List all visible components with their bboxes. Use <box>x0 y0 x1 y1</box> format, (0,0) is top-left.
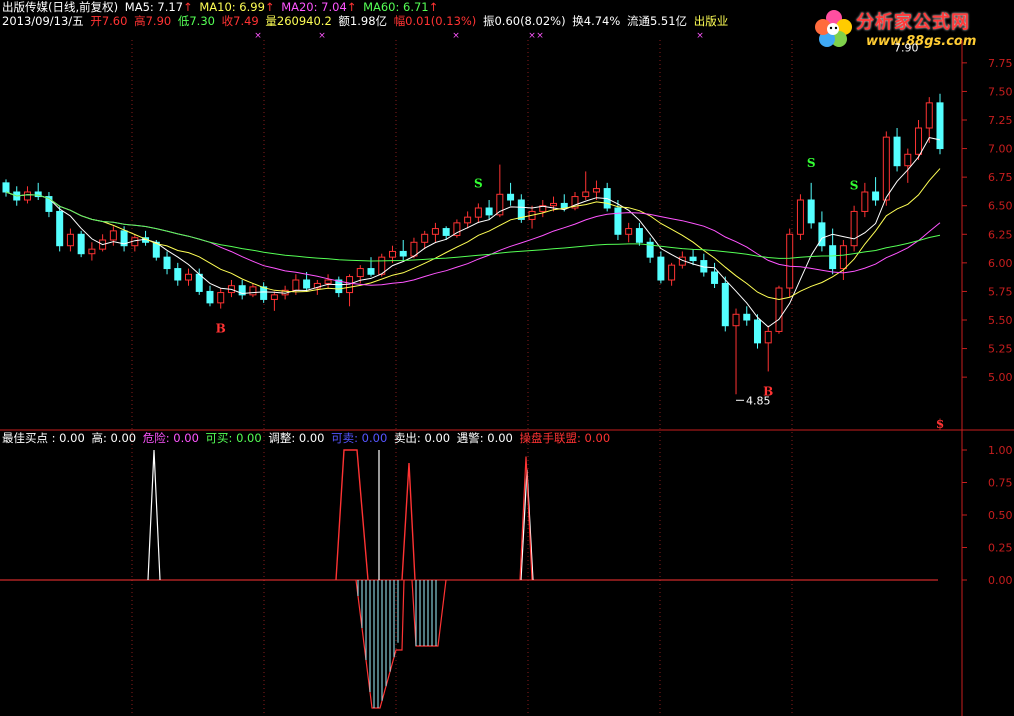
event-marker: × <box>318 31 326 41</box>
candle-body <box>807 199 815 224</box>
candle-body <box>657 256 665 281</box>
candle-body <box>270 294 278 300</box>
candle-body <box>217 292 225 304</box>
ind-y-tick-label: 0.75 <box>988 477 1013 490</box>
candle-body <box>206 290 214 304</box>
candle-body <box>367 268 375 275</box>
candle-body <box>185 273 193 281</box>
y-tick-label: 6.50 <box>988 200 1013 213</box>
signal-label: B <box>763 384 773 398</box>
sell-plateau <box>335 449 369 581</box>
ind-y-tick-label: 0.50 <box>988 509 1013 522</box>
adjust-outline <box>355 579 405 709</box>
candle-body <box>292 279 300 291</box>
candle-body <box>796 199 804 235</box>
candle-body <box>711 271 719 284</box>
signal-label: $ <box>936 417 944 431</box>
event-marker: × <box>696 31 704 41</box>
candle-body <box>174 268 182 281</box>
candle-body <box>936 102 944 150</box>
candle-body <box>904 153 912 167</box>
event-marker: × <box>528 31 536 41</box>
candle-body <box>56 210 64 247</box>
y-tick-label: 5.25 <box>988 343 1013 356</box>
y-tick-label: 6.25 <box>988 228 1013 241</box>
candle-body <box>625 228 633 235</box>
y-tick-label: 6.75 <box>988 171 1013 184</box>
candle-body <box>850 210 858 247</box>
candle-body <box>872 191 880 201</box>
candle-body <box>442 228 450 236</box>
candle-body <box>582 191 590 198</box>
ind-y-tick-label: 0.00 <box>988 574 1013 587</box>
candle-body <box>507 193 515 201</box>
y-tick-label: 5.00 <box>988 371 1013 384</box>
adjust-outline-2 <box>411 579 447 647</box>
candle-body <box>163 256 171 270</box>
candle-body <box>839 245 847 270</box>
candle-body <box>721 282 729 327</box>
candle-body <box>421 233 429 243</box>
candle-body <box>23 191 31 201</box>
candle-body <box>550 202 558 207</box>
candle-body <box>474 207 482 218</box>
event-marker: × <box>536 31 544 41</box>
candle-body <box>882 136 890 201</box>
candle-body <box>260 286 268 300</box>
candle-body <box>77 233 85 255</box>
event-marker: × <box>254 31 262 41</box>
candle-body <box>388 250 396 258</box>
signal-label: S <box>850 179 859 193</box>
candle-body <box>485 207 493 216</box>
candle-body <box>635 228 643 243</box>
kline-chart: × × × × × ×7.757.507.257.006.756.506.256.005.… <box>0 31 1014 716</box>
candle-body <box>517 199 525 220</box>
candle-body <box>88 248 96 255</box>
signal-label: B <box>216 322 226 336</box>
candle-body <box>753 319 761 344</box>
candle-body <box>592 188 600 193</box>
y-tick-label: 7.50 <box>988 85 1013 98</box>
candle-body <box>66 233 74 247</box>
candle-body <box>2 182 10 193</box>
high-price-label: 7.90 <box>894 42 919 55</box>
candle-body <box>614 207 622 235</box>
y-tick-label: 6.00 <box>988 257 1013 270</box>
candle-body <box>464 216 472 224</box>
y-tick-label: 5.50 <box>988 314 1013 327</box>
ind-y-tick-label: 1.00 <box>988 444 1013 457</box>
candle-body <box>764 330 772 344</box>
candle-body <box>399 250 407 257</box>
candle-body <box>775 287 783 332</box>
ind-y-tick-label: 0.25 <box>988 542 1013 555</box>
y-tick-label: 7.75 <box>988 57 1013 70</box>
candle-body <box>786 233 794 289</box>
y-tick-label: 7.25 <box>988 114 1013 127</box>
buy-spike <box>147 449 161 581</box>
candle-body <box>356 268 364 278</box>
candle-body <box>324 279 332 284</box>
candle-body <box>829 245 837 270</box>
sell-spike <box>401 462 416 581</box>
signal-label: S <box>807 156 816 170</box>
candle-body <box>249 286 257 296</box>
candle-body <box>668 264 676 281</box>
candle-body <box>743 313 751 321</box>
y-tick-label: 5.75 <box>988 285 1013 298</box>
signal-label: S <box>474 176 483 190</box>
chart-root: { "header": { "line1": { "title": "出版传媒(… <box>0 0 1014 716</box>
candle-body <box>915 127 923 155</box>
candle-body <box>303 279 311 289</box>
candle-body <box>732 313 740 327</box>
event-marker: × <box>452 31 460 41</box>
candle-body <box>195 273 203 292</box>
candle-body <box>893 136 901 167</box>
candle-body <box>431 228 439 235</box>
candle-body <box>689 256 697 262</box>
y-tick-label: 7.00 <box>988 143 1013 156</box>
candle-body <box>109 230 117 241</box>
candle-body <box>861 191 869 212</box>
candle-body <box>410 241 418 257</box>
candle-body <box>925 102 933 129</box>
